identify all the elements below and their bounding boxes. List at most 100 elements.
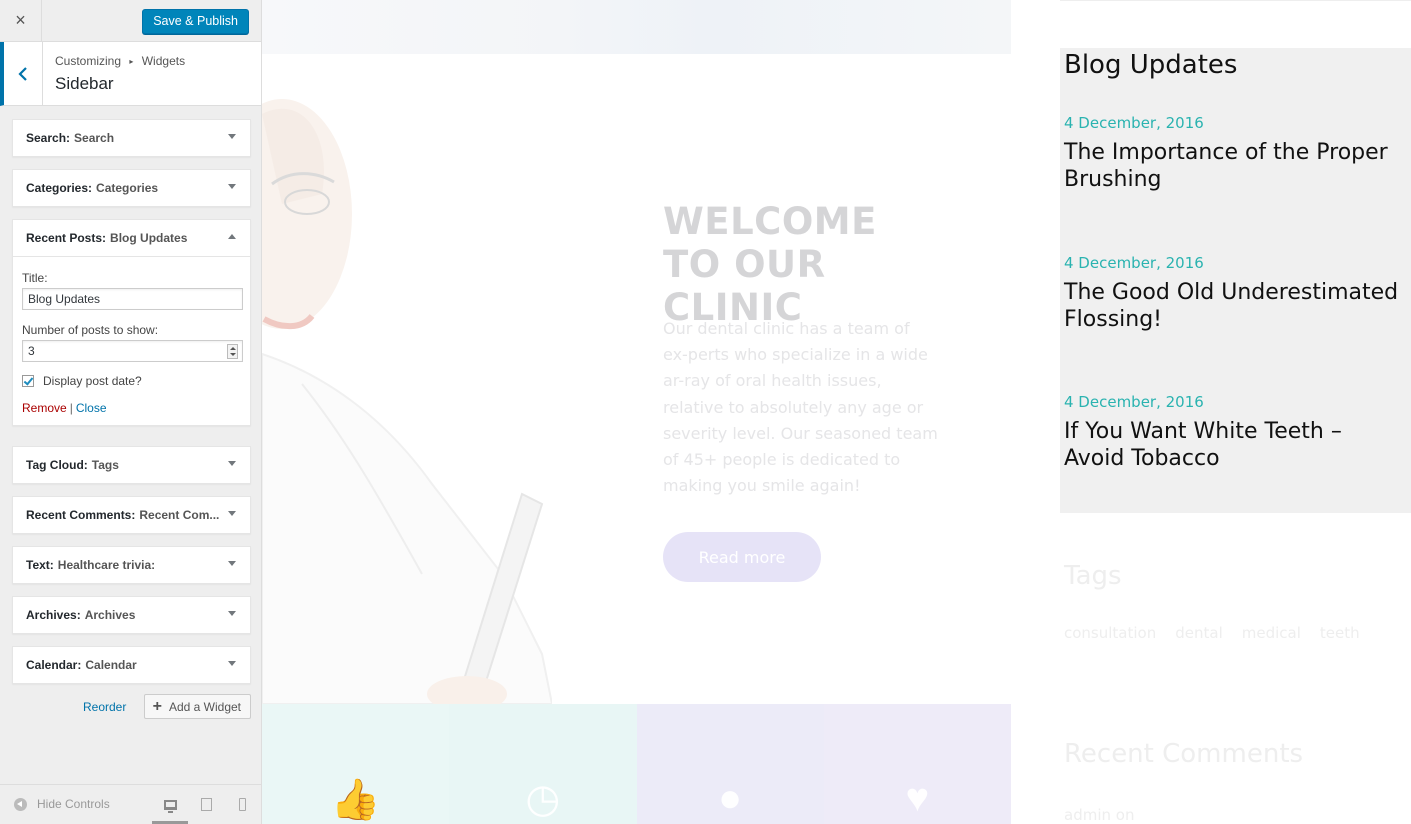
number-spinner[interactable]: [227, 344, 238, 359]
section-header: Customizing ▸ Widgets Sidebar: [0, 42, 261, 106]
expand-arrow-icon[interactable]: [228, 184, 236, 189]
breadcrumb-item: Customizing: [55, 54, 122, 68]
tag-link[interactable]: medical: [1242, 624, 1301, 642]
display-date-option[interactable]: Display post date?: [22, 374, 241, 388]
post-title[interactable]: The Good Old Underestimated Flossing!: [1064, 279, 1409, 333]
hero-top-image: [262, 0, 1011, 54]
post-item[interactable]: 4 December, 2016 If You Want White Teeth…: [1064, 393, 1409, 472]
close-icon[interactable]: ×: [0, 0, 42, 41]
expand-arrow-icon[interactable]: [228, 461, 236, 466]
mobile-icon: [238, 798, 246, 811]
tag-link[interactable]: teeth: [1320, 624, 1360, 642]
doctor-image: [262, 99, 552, 704]
add-widget-button[interactable]: + Add a Widget: [143, 694, 251, 719]
reorder-link[interactable]: Reorder: [83, 700, 126, 714]
device-preview-toggle: [152, 785, 260, 824]
number-posts-label: Number of posts to show:: [22, 323, 159, 337]
widget-header[interactable]: Recent Posts: Blog Updates: [13, 220, 250, 256]
hero-body: Our dental clinic has a team of ex-perts…: [663, 319, 938, 496]
title-label: Title:: [22, 271, 48, 285]
widget-categories[interactable]: Categories: Categories: [12, 169, 251, 207]
widget-title: Search: [74, 131, 115, 145]
widget-title: Archives: [84, 608, 136, 622]
collapse-icon: [14, 797, 27, 811]
widget-header[interactable]: Search: Search: [13, 120, 250, 156]
hero-heading: WELCOME TO OUR CLINIC: [663, 200, 877, 329]
hide-controls-button[interactable]: Hide Controls: [14, 797, 110, 811]
widget-type: Recent Posts: [26, 231, 103, 245]
desktop-icon: [163, 799, 177, 813]
post-title[interactable]: If You Want White Teeth – Avoid Tobacco: [1064, 418, 1409, 472]
expand-arrow-icon[interactable]: [228, 511, 236, 516]
back-arrow-icon[interactable]: [4, 42, 43, 105]
widget-title: Recent Com...: [139, 508, 220, 522]
widget-archives[interactable]: Archives: Archives: [12, 596, 251, 634]
widget-type: Archives: [26, 608, 77, 622]
breadcrumb-item: Widgets: [141, 54, 186, 68]
widget-header[interactable]: Recent Comments: Recent Com...: [13, 497, 250, 533]
plus-icon: +: [152, 697, 162, 715]
display-date-checkbox[interactable]: [22, 375, 34, 387]
expand-arrow-icon[interactable]: [228, 661, 236, 666]
heart-icon: ♥: [905, 776, 930, 820]
widget-title: Tags: [91, 458, 119, 472]
collapse-arrow-icon[interactable]: [228, 234, 236, 239]
read-more-button[interactable]: Read more: [663, 532, 821, 582]
expand-arrow-icon[interactable]: [228, 611, 236, 616]
post-item[interactable]: 4 December, 2016 The Importance of the P…: [1064, 114, 1409, 193]
hide-controls-label: Hide Controls: [37, 797, 110, 811]
blog-updates-title: Blog Updates: [1064, 50, 1238, 80]
widget-type: Recent Comments: [26, 508, 132, 522]
widget-title: Healthcare trivia:: [57, 558, 156, 572]
recent-comments-title: Recent Comments: [1064, 739, 1304, 769]
customizer-header: × Save & Publish: [0, 0, 261, 42]
widget-header[interactable]: Calendar: Calendar: [13, 647, 250, 683]
breadcrumb-separator: ▸: [129, 57, 134, 66]
save-publish-button[interactable]: Save & Publish: [142, 9, 249, 34]
expand-arrow-icon[interactable]: [228, 561, 236, 566]
tag-link[interactable]: consultation: [1064, 624, 1156, 642]
widget-tag-cloud[interactable]: Tag Cloud: Tags: [12, 446, 251, 484]
widget-header[interactable]: Tag Cloud: Tags: [13, 447, 250, 483]
post-date: 4 December, 2016: [1064, 254, 1204, 272]
widget-recent-comments[interactable]: Recent Comments: Recent Com...: [12, 496, 251, 534]
post-title[interactable]: The Importance of the Proper Brushing: [1064, 139, 1409, 193]
widget-form: Title: Number of posts to show: 3 Displa…: [13, 256, 250, 425]
widget-header[interactable]: Categories: Categories: [13, 170, 250, 206]
recent-comment-item[interactable]: admin on: [1064, 806, 1134, 824]
divider: [1060, 0, 1411, 1]
widget-header[interactable]: Text: Healthcare trivia:: [13, 547, 250, 583]
widget-title: Calendar: [85, 658, 137, 672]
title-input[interactable]: [22, 288, 243, 310]
widget-type: Search: [26, 131, 67, 145]
tags-title: Tags: [1064, 561, 1122, 591]
breadcrumb: Customizing ▸ Widgets: [55, 54, 185, 68]
widget-title: Categories: [96, 181, 159, 195]
tablet-preview-button[interactable]: [188, 785, 224, 824]
feature-tile: 👍: [262, 704, 450, 824]
mobile-preview-button[interactable]: [224, 785, 260, 824]
close-link[interactable]: Close: [76, 401, 107, 415]
desktop-preview-button[interactable]: [152, 785, 188, 824]
number-posts-input[interactable]: 3: [22, 340, 243, 362]
blog-updates-widget: Blog Updates 4 December, 2016 The Import…: [1060, 48, 1411, 513]
post-item[interactable]: 4 December, 2016 The Good Old Underestim…: [1064, 254, 1409, 333]
remove-link[interactable]: Remove: [22, 401, 67, 415]
widget-text[interactable]: Text: Healthcare trivia:: [12, 546, 251, 584]
customizer-footer: Hide Controls: [0, 784, 261, 824]
widget-title: Blog Updates: [110, 231, 188, 245]
feature-tile: ◷: [449, 704, 637, 824]
widget-type: Text: [26, 558, 50, 572]
feature-tile: ♥: [823, 704, 1011, 824]
widget-recent-posts: Recent Posts: Blog Updates Title: Number…: [12, 219, 251, 426]
expand-arrow-icon[interactable]: [228, 134, 236, 139]
widget-search[interactable]: Search: Search: [12, 119, 251, 157]
widget-calendar[interactable]: Calendar: Calendar: [12, 646, 251, 684]
widget-type: Tag Cloud: [26, 458, 84, 472]
widget-header[interactable]: Archives: Archives: [13, 597, 250, 633]
tablet-icon: [200, 798, 212, 811]
clock-icon: ◷: [525, 777, 561, 821]
tag-link[interactable]: dental: [1175, 624, 1223, 642]
feature-tile: ●: [636, 704, 824, 824]
widget-type: Calendar: [26, 658, 78, 672]
